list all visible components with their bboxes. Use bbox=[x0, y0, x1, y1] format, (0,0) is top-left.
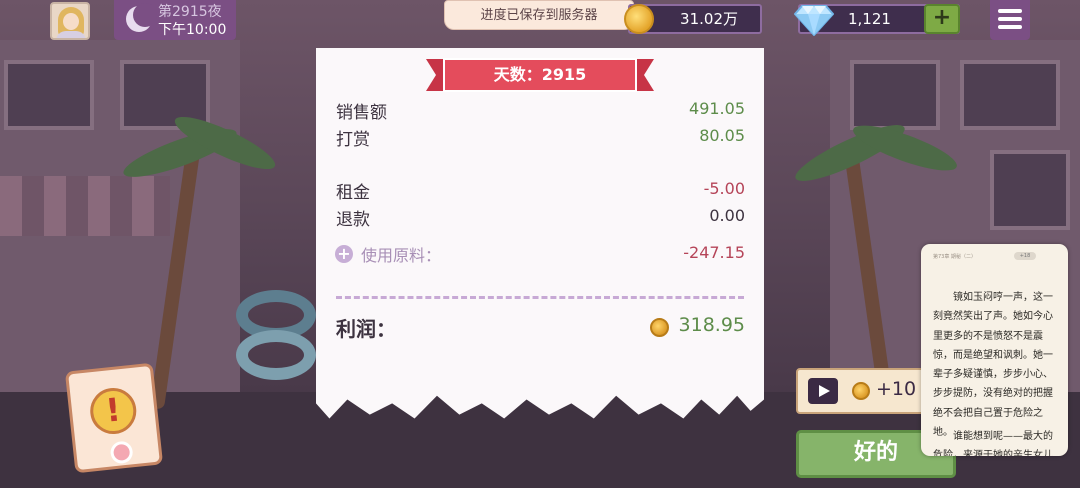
player-avatar[interactable] bbox=[50, 2, 90, 40]
ingredients-value: -247.15 bbox=[683, 243, 745, 262]
tips-label: 打赏 bbox=[336, 130, 370, 150]
play-video-icon bbox=[808, 378, 838, 404]
menu-bar bbox=[998, 25, 1022, 29]
sales-label: 销售额 bbox=[336, 103, 387, 123]
night-counter: 第2915夜 bbox=[158, 4, 222, 20]
exclamation-icon: ! bbox=[87, 385, 139, 437]
clock-time: 下午10:00 bbox=[158, 22, 227, 38]
menu-bar bbox=[998, 9, 1022, 13]
rent-value: -5.00 bbox=[703, 179, 745, 198]
reader-paragraph: 镜如玉闷哼一声，这一刻竟然笑出了声。她如今心里更多的不是愤怒不是震惊，而是绝望和… bbox=[933, 292, 1053, 439]
refund-label: 退款 bbox=[336, 210, 370, 230]
alert-card-button[interactable]: ! bbox=[64, 362, 164, 474]
ad-reward-amount: +10 bbox=[876, 378, 917, 400]
avatar-face bbox=[63, 13, 79, 30]
window bbox=[990, 150, 1070, 230]
reader-paragraph: 谁能想到呢——最大的危险，来源于她的亲生女儿 bbox=[933, 431, 1053, 456]
refund-value: 0.00 bbox=[709, 206, 745, 225]
reader-overlay[interactable]: 第73章 期秘（二） +18 镜如玉闷哼一声，这一刻竟然笑出了声。她如今心里更多… bbox=[921, 244, 1068, 456]
expand-ingredients-icon[interactable]: + bbox=[335, 245, 353, 263]
shop-awning bbox=[0, 176, 170, 236]
coin-icon bbox=[852, 382, 870, 400]
reader-badge: +18 bbox=[1014, 252, 1036, 260]
save-toast: 进度已保存到服务器 bbox=[444, 0, 634, 30]
coin-icon bbox=[624, 4, 654, 34]
reader-chapter-header: 第73章 期秘（二） bbox=[933, 254, 976, 260]
menu-bar bbox=[998, 17, 1022, 21]
buy-gems-button[interactable]: + bbox=[924, 4, 960, 34]
rent-label: 租金 bbox=[336, 183, 370, 203]
window bbox=[4, 60, 94, 130]
window bbox=[850, 60, 940, 130]
swim-ring bbox=[236, 330, 316, 380]
tips-value: 80.05 bbox=[699, 126, 745, 145]
profit-label: 利润： bbox=[336, 317, 396, 341]
sales-value: 491.05 bbox=[689, 99, 745, 118]
watch-ad-button[interactable]: +10 bbox=[796, 368, 930, 414]
profit-value: 318.95 bbox=[678, 314, 745, 336]
avatar-body bbox=[56, 31, 86, 38]
coin-icon bbox=[650, 318, 669, 337]
menu-icon[interactable] bbox=[990, 0, 1030, 40]
receipt-divider bbox=[336, 296, 744, 299]
notification-dot bbox=[109, 440, 134, 465]
day-title: 天数：2915 bbox=[493, 65, 587, 84]
window bbox=[960, 60, 1060, 130]
moon-icon bbox=[126, 3, 157, 32]
day-time-panel: 第2915夜 下午10:00 bbox=[114, 0, 236, 40]
gem-icon bbox=[794, 5, 834, 36]
ingredients-label[interactable]: 使用原料： bbox=[361, 242, 441, 266]
